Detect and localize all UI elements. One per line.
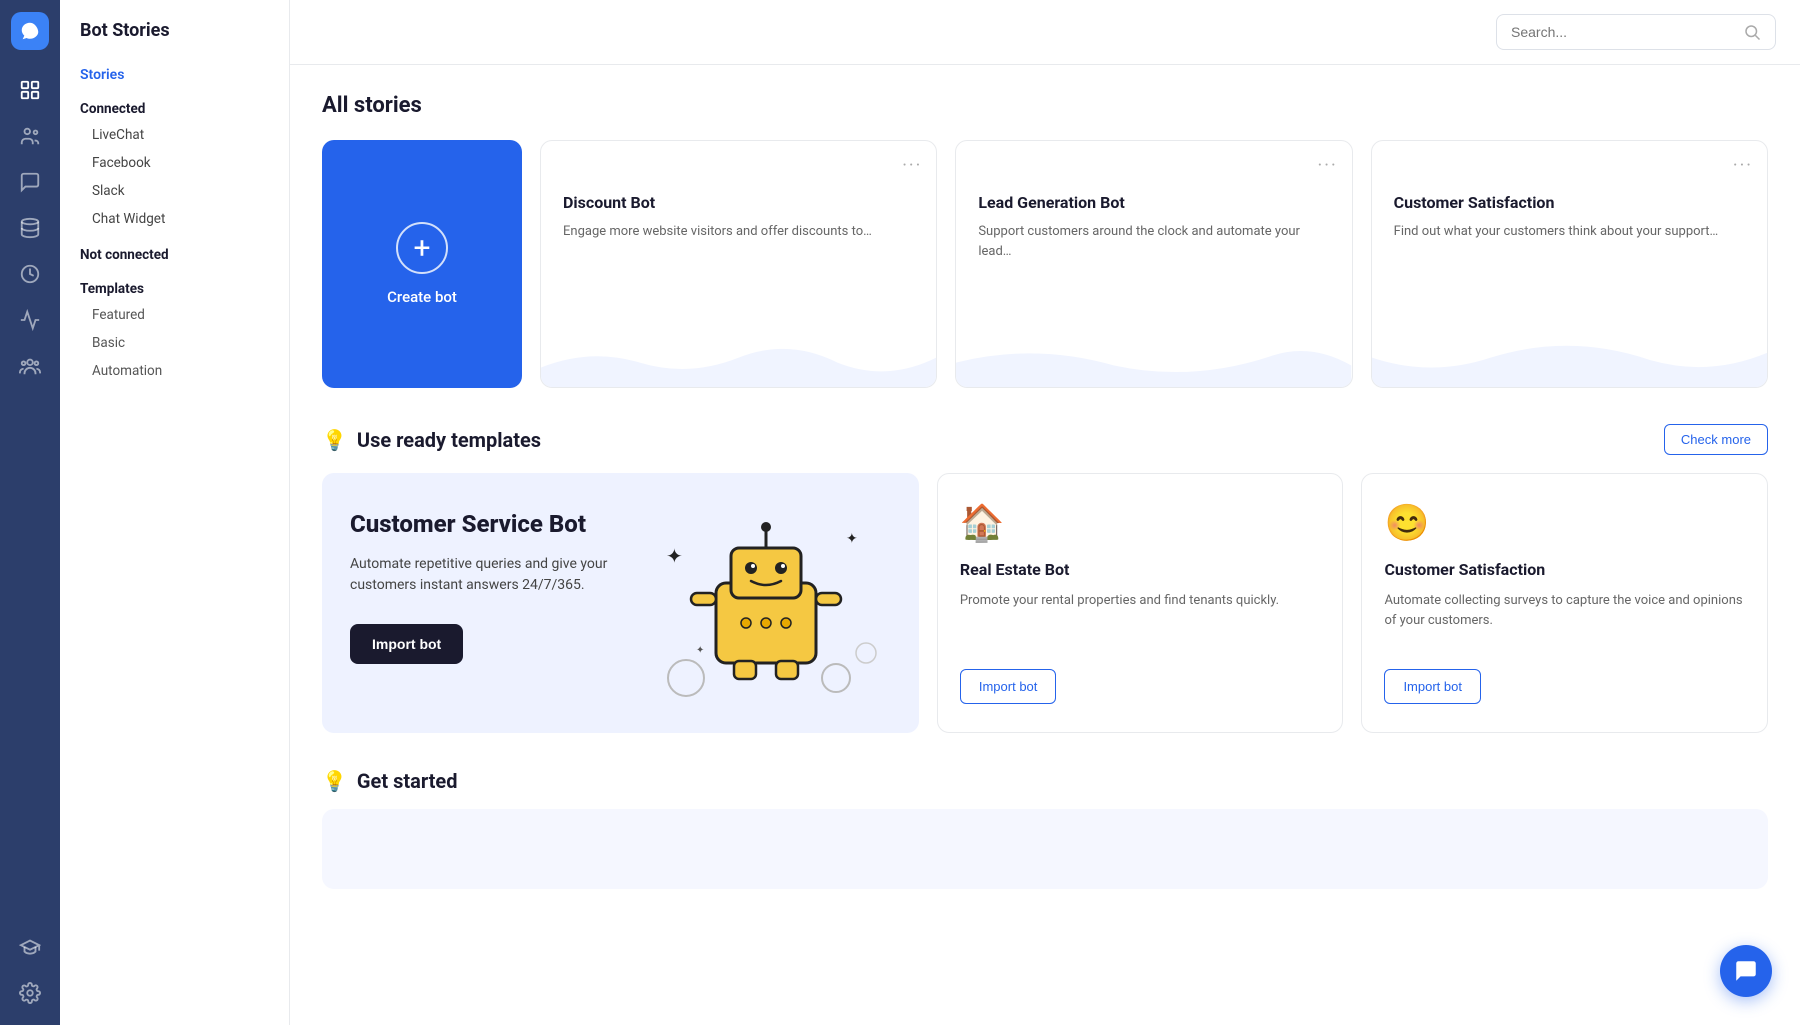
nav-chat[interactable] xyxy=(10,162,50,202)
search-input[interactable] xyxy=(1511,24,1743,40)
svg-text:✦: ✦ xyxy=(846,531,858,547)
sidebar-item-automation[interactable]: Automation xyxy=(60,357,289,385)
search-box[interactable] xyxy=(1496,14,1776,50)
header xyxy=(290,0,1800,65)
sidebar-title: Bot Stories xyxy=(60,20,289,59)
nav-team[interactable] xyxy=(10,346,50,386)
nav-data[interactable] xyxy=(10,208,50,248)
get-started-card xyxy=(322,809,1768,889)
bot-card-lead: ··· Lead Generation Bot Support customer… xyxy=(955,140,1352,388)
bot-card-desc-satisfaction: Find out what your customers think about… xyxy=(1394,222,1745,242)
create-bot-label: Create bot xyxy=(387,288,457,306)
get-started-header: 💡 Get started xyxy=(322,769,1768,793)
bot-card-satisfaction: ··· Customer Satisfaction Find out what … xyxy=(1371,140,1768,388)
check-more-button[interactable]: Check more xyxy=(1664,424,1768,455)
bulb-icon-2: 💡 xyxy=(322,769,347,793)
nav-contacts[interactable] xyxy=(10,116,50,156)
import-bot-button-csat[interactable]: Import bot xyxy=(1384,669,1481,704)
template-card-csat: 😊 Customer Satisfaction Automate collect… xyxy=(1361,473,1768,733)
chat-float-button[interactable] xyxy=(1720,945,1772,997)
robot-illustration: ✦ ✦ ✦ xyxy=(636,493,916,713)
app-logo[interactable] xyxy=(11,12,49,50)
template-cards-row: Customer Service Bot Automate repetitive… xyxy=(322,473,1768,733)
featured-template-card: Customer Service Bot Automate repetitive… xyxy=(322,473,919,733)
nav-dashboard[interactable] xyxy=(10,70,50,110)
csat-desc: Automate collecting surveys to capture t… xyxy=(1384,591,1745,649)
bot-card-menu-lead[interactable]: ··· xyxy=(1318,155,1338,176)
csat-title: Customer Satisfaction xyxy=(1384,560,1745,579)
sidebar-not-connected-label: Not connected xyxy=(60,233,289,267)
sidebar-item-basic[interactable]: Basic xyxy=(60,329,289,357)
bot-card-menu-discount[interactable]: ··· xyxy=(902,155,922,176)
sidebar-templates-label: Templates xyxy=(60,267,289,301)
csat-icon: 😊 xyxy=(1384,502,1745,544)
main-content: All stories + Create bot ··· Discount Bo… xyxy=(290,0,1800,1025)
import-bot-button-featured[interactable]: Import bot xyxy=(350,624,463,664)
nav-learn[interactable] xyxy=(10,927,50,967)
sidebar-item-facebook[interactable]: Facebook xyxy=(60,149,289,177)
featured-template-title: Customer Service Bot xyxy=(350,509,647,540)
stories-cards-row: + Create bot ··· Discount Bot Engage mor… xyxy=(322,140,1768,388)
realestate-desc: Promote your rental properties and find … xyxy=(960,591,1321,649)
all-stories-title: All stories xyxy=(322,93,1768,118)
icon-bar xyxy=(0,0,60,1025)
svg-text:✦: ✦ xyxy=(696,645,704,656)
wave-decoration xyxy=(541,328,936,387)
bot-card-menu-satisfaction[interactable]: ··· xyxy=(1733,155,1753,176)
bot-card-desc-discount: Engage more website visitors and offer d… xyxy=(563,222,914,242)
sidebar: Bot Stories Stories Connected LiveChat F… xyxy=(60,0,290,1025)
import-bot-button-realestate[interactable]: Import bot xyxy=(960,669,1057,704)
nav-history[interactable] xyxy=(10,254,50,294)
wave-decoration-3 xyxy=(1372,328,1767,387)
bot-card-discount: ··· Discount Bot Engage more website vis… xyxy=(540,140,937,388)
wave-decoration-2 xyxy=(956,328,1351,387)
create-plus-icon: + xyxy=(396,222,448,274)
bot-card-title-discount: Discount Bot xyxy=(563,193,914,212)
svg-text:✦: ✦ xyxy=(666,544,683,568)
featured-illustration: ✦ ✦ ✦ xyxy=(632,473,918,733)
bot-card-title-lead: Lead Generation Bot xyxy=(978,193,1329,212)
sidebar-item-slack[interactable]: Slack xyxy=(60,177,289,205)
sidebar-item-chatwidget[interactable]: Chat Widget xyxy=(60,205,289,233)
template-card-realestate: 🏠 Real Estate Bot Promote your rental pr… xyxy=(937,473,1344,733)
create-bot-card[interactable]: + Create bot xyxy=(322,140,522,388)
bot-card-desc-lead: Support customers around the clock and a… xyxy=(978,222,1329,261)
content-area: All stories + Create bot ··· Discount Bo… xyxy=(290,65,1800,1025)
realestate-title: Real Estate Bot xyxy=(960,560,1321,579)
get-started-title: Get started xyxy=(357,769,458,793)
bot-card-title-satisfaction: Customer Satisfaction xyxy=(1394,193,1745,212)
sidebar-item-featured[interactable]: Featured xyxy=(60,301,289,329)
templates-header: 💡 Use ready templates Check more xyxy=(322,424,1768,455)
nav-settings[interactable] xyxy=(10,973,50,1013)
featured-template-desc: Automate repetitive queries and give you… xyxy=(350,554,647,596)
bulb-icon: 💡 xyxy=(322,428,347,452)
realestate-icon: 🏠 xyxy=(960,502,1321,544)
chat-float-icon xyxy=(1733,958,1759,984)
sidebar-item-livechat[interactable]: LiveChat xyxy=(60,121,289,149)
nav-analytics[interactable] xyxy=(10,300,50,340)
search-icon xyxy=(1743,23,1761,41)
sidebar-stories-label[interactable]: Stories xyxy=(60,59,289,87)
templates-section-title: Use ready templates xyxy=(357,428,541,452)
sidebar-connected-label: Connected xyxy=(60,87,289,121)
